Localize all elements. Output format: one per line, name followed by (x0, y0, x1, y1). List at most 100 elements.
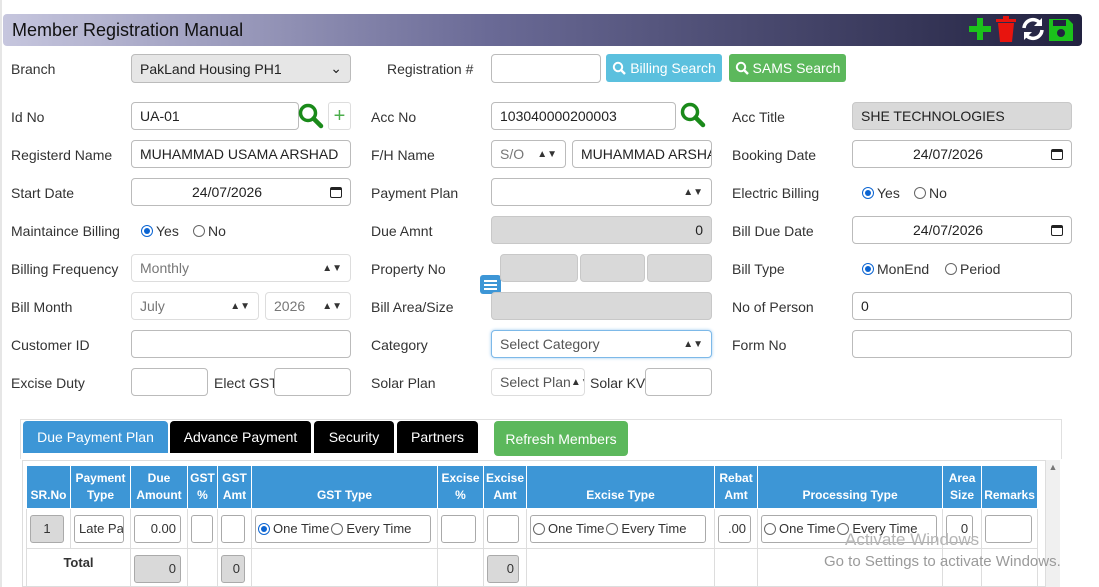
gst-every-time-label: Every Time (346, 521, 412, 536)
calendar-icon[interactable] (1051, 148, 1063, 160)
branch-select[interactable]: PakLand Housing PH1 ⌄ (131, 54, 351, 83)
plus-icon[interactable] (968, 16, 992, 42)
radio-icon[interactable] (862, 263, 874, 275)
solar-kv-label: Solar KV (590, 375, 646, 391)
excise-amt-input[interactable] (487, 514, 519, 543)
rebat-amt-input[interactable]: .00 (718, 514, 752, 543)
bill-type-monend[interactable]: MonEnd (862, 261, 929, 277)
maintenance-billing-no-label: No (208, 223, 226, 239)
relation-select[interactable]: S/O ▲▼ (491, 140, 566, 168)
maintenance-billing-no[interactable]: No (193, 223, 226, 239)
solar-kv-input[interactable] (645, 368, 712, 396)
branch-label: Branch (11, 61, 56, 77)
fh-name-input[interactable]: MUHAMMAD ARSHAD (572, 140, 712, 168)
total-gst-amt: 0 (221, 554, 245, 583)
bill-due-date-input[interactable]: 24/07/2026 (852, 216, 1072, 244)
start-date-input[interactable]: 24/07/2026 (131, 178, 351, 206)
solar-plan-select[interactable]: Select Plan▲▼ (491, 368, 585, 396)
branch-value: PakLand Housing PH1 (140, 60, 282, 77)
gst-one-time-label: One Time (273, 521, 330, 536)
property-no-input-1 (500, 254, 578, 282)
radio-icon[interactable] (331, 522, 344, 535)
billing-search-label: Billing Search (630, 60, 716, 76)
elect-gst-input[interactable] (274, 368, 351, 396)
bill-type-period-label: Period (960, 261, 1001, 277)
radio-icon[interactable] (141, 225, 153, 237)
radio-icon[interactable] (764, 522, 777, 535)
bill-area-label: Bill Area/Size (371, 299, 454, 315)
radio-icon[interactable] (914, 187, 926, 199)
search-icon[interactable] (297, 102, 325, 130)
refresh-members-button[interactable]: Refresh Members (494, 421, 628, 456)
bill-type-period[interactable]: Period (945, 261, 1000, 277)
bill-month-select[interactable]: July ▲▼ (131, 292, 259, 320)
col-srno: SR.No (26, 465, 71, 509)
form-no-input[interactable] (852, 330, 1072, 358)
registered-name-label: Registerd Name (11, 147, 113, 163)
scroll-up-icon[interactable]: ▲ (1046, 462, 1060, 472)
trash-icon[interactable] (994, 16, 1018, 42)
sams-search-button[interactable]: SAMS Search (729, 54, 846, 82)
select-arrows-icon: ▲▼ (322, 262, 342, 274)
acc-no-input[interactable]: 103040000200003 (491, 102, 676, 130)
col-processing-type: Processing Type (757, 465, 944, 509)
billing-frequency-value: Monthly (140, 260, 190, 276)
calendar-icon[interactable] (330, 186, 342, 198)
excise-every-time-label: Every Time (621, 521, 687, 536)
refresh-icon[interactable] (1020, 16, 1046, 42)
electric-billing-no-label: No (929, 185, 947, 201)
no-of-person-label: No of Person (732, 299, 814, 315)
watermark-title: Activate Windows (845, 530, 980, 549)
col-gst-amt: GST Amt (217, 465, 252, 509)
save-icon[interactable] (1048, 16, 1074, 42)
id-no-input[interactable]: UA-01 (131, 102, 299, 130)
category-select[interactable]: Select Category ▲▼ (491, 330, 712, 358)
maintenance-billing-yes[interactable]: Yes (141, 223, 179, 239)
electric-billing-no[interactable]: No (914, 185, 947, 201)
bill-month-value: July (140, 298, 165, 314)
property-no-input-3 (647, 254, 712, 282)
electric-billing-yes[interactable]: Yes (862, 185, 900, 201)
registered-name-input[interactable]: MUHAMMAD USAMA ARSHAD (131, 140, 351, 168)
col-payment-type: Payment Type (70, 465, 131, 509)
radio-icon[interactable] (533, 522, 546, 535)
search-icon[interactable] (679, 101, 707, 129)
col-gst-type: GST Type (251, 465, 438, 509)
select-arrows-icon: ▲▼ (322, 300, 342, 312)
gst-amt-input[interactable] (221, 514, 245, 543)
tab-partners[interactable]: Partners (397, 421, 478, 453)
id-no-label: Id No (11, 109, 45, 125)
excise-duty-input[interactable] (131, 368, 208, 396)
payment-plan-select[interactable]: ▲▼ (491, 178, 712, 206)
tab-security[interactable]: Security (314, 421, 394, 453)
radio-icon[interactable] (945, 263, 957, 275)
select-arrows-icon: ▲▼ (570, 376, 584, 388)
calendar-icon[interactable] (1051, 224, 1063, 236)
payment-type-select[interactable]: Late Pa (74, 514, 124, 543)
radio-icon[interactable] (606, 522, 619, 535)
col-gst-pct: GST% (187, 465, 218, 509)
registration-input[interactable] (491, 54, 601, 83)
bill-year-select[interactable]: 2026 ▲▼ (265, 292, 351, 320)
category-label: Category (371, 337, 428, 353)
col-excise-type: Excise Type (526, 465, 716, 509)
tab-due-payment-plan[interactable]: Due Payment Plan (23, 421, 168, 453)
col-excise-pct: Excise% (437, 465, 484, 509)
radio-icon[interactable] (193, 225, 205, 237)
add-icon[interactable]: + (328, 102, 351, 130)
billing-frequency-select[interactable]: Monthly ▲▼ (131, 254, 351, 282)
radio-icon[interactable] (258, 522, 270, 535)
excise-pct-input[interactable] (441, 514, 476, 543)
gst-pct-input[interactable] (191, 514, 213, 543)
due-amount-input[interactable]: 0.00 (134, 514, 181, 543)
customer-id-input[interactable] (131, 330, 351, 358)
tab-advance-payment[interactable]: Advance Payment (170, 421, 311, 453)
category-value: Select Category (500, 336, 600, 352)
radio-icon[interactable] (862, 187, 874, 199)
search-icon (735, 61, 749, 75)
remarks-input[interactable] (985, 514, 1033, 543)
bill-type-monend-label: MonEnd (877, 261, 930, 277)
no-of-person-input[interactable]: 0 (852, 292, 1072, 320)
billing-search-button[interactable]: Billing Search (606, 54, 722, 82)
booking-date-input[interactable]: 24/07/2026 (852, 140, 1072, 168)
